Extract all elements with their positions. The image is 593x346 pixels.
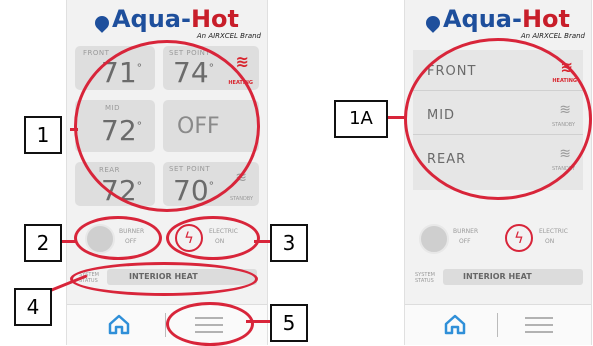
menu-icon[interactable] xyxy=(525,316,553,334)
callout-line-1a xyxy=(386,116,406,119)
callout-5: 5 xyxy=(270,304,308,342)
brand-logo: Aqua-Hot An AIRXCEL Brand xyxy=(405,6,591,40)
drop-icon xyxy=(423,12,443,33)
highlight-ring-zones-right xyxy=(404,38,592,200)
burner-toggle[interactable]: BURNER OFF xyxy=(419,222,489,254)
callout-4: 4 xyxy=(14,288,52,326)
heat-wave-icon: ≋ xyxy=(235,52,249,71)
callout-1a: 1A xyxy=(334,100,388,138)
drop-icon xyxy=(92,12,112,33)
callout-line-1 xyxy=(70,128,78,131)
flame-icon xyxy=(419,224,449,254)
system-status: SYSTEM STATUS INTERIOR HEAT xyxy=(413,268,585,286)
bolt-icon: ϟ xyxy=(505,224,533,252)
callout-line-5 xyxy=(246,320,270,323)
bottom-nav xyxy=(405,304,591,345)
highlight-ring-burner xyxy=(74,216,162,260)
brand-logo: Aqua-Hot An AIRXCEL Brand xyxy=(67,6,267,40)
callout-2: 2 xyxy=(24,224,62,262)
home-icon[interactable] xyxy=(443,313,467,335)
callout-1: 1 xyxy=(24,116,62,154)
electric-toggle[interactable]: ϟ ELECTRIC ON xyxy=(505,222,585,252)
highlight-ring-menu xyxy=(166,302,254,346)
brand-tagline: An AIRXCEL Brand xyxy=(520,32,585,40)
highlight-ring-electric xyxy=(166,216,260,260)
highlight-ring-system xyxy=(70,262,258,296)
brand-tagline: An AIRXCEL Brand xyxy=(196,32,261,40)
callout-line-2 xyxy=(60,240,76,243)
highlight-ring-zones xyxy=(74,40,260,212)
home-icon[interactable] xyxy=(107,313,131,335)
callout-3: 3 xyxy=(270,224,308,262)
system-status-value: INTERIOR HEAT xyxy=(463,272,532,281)
